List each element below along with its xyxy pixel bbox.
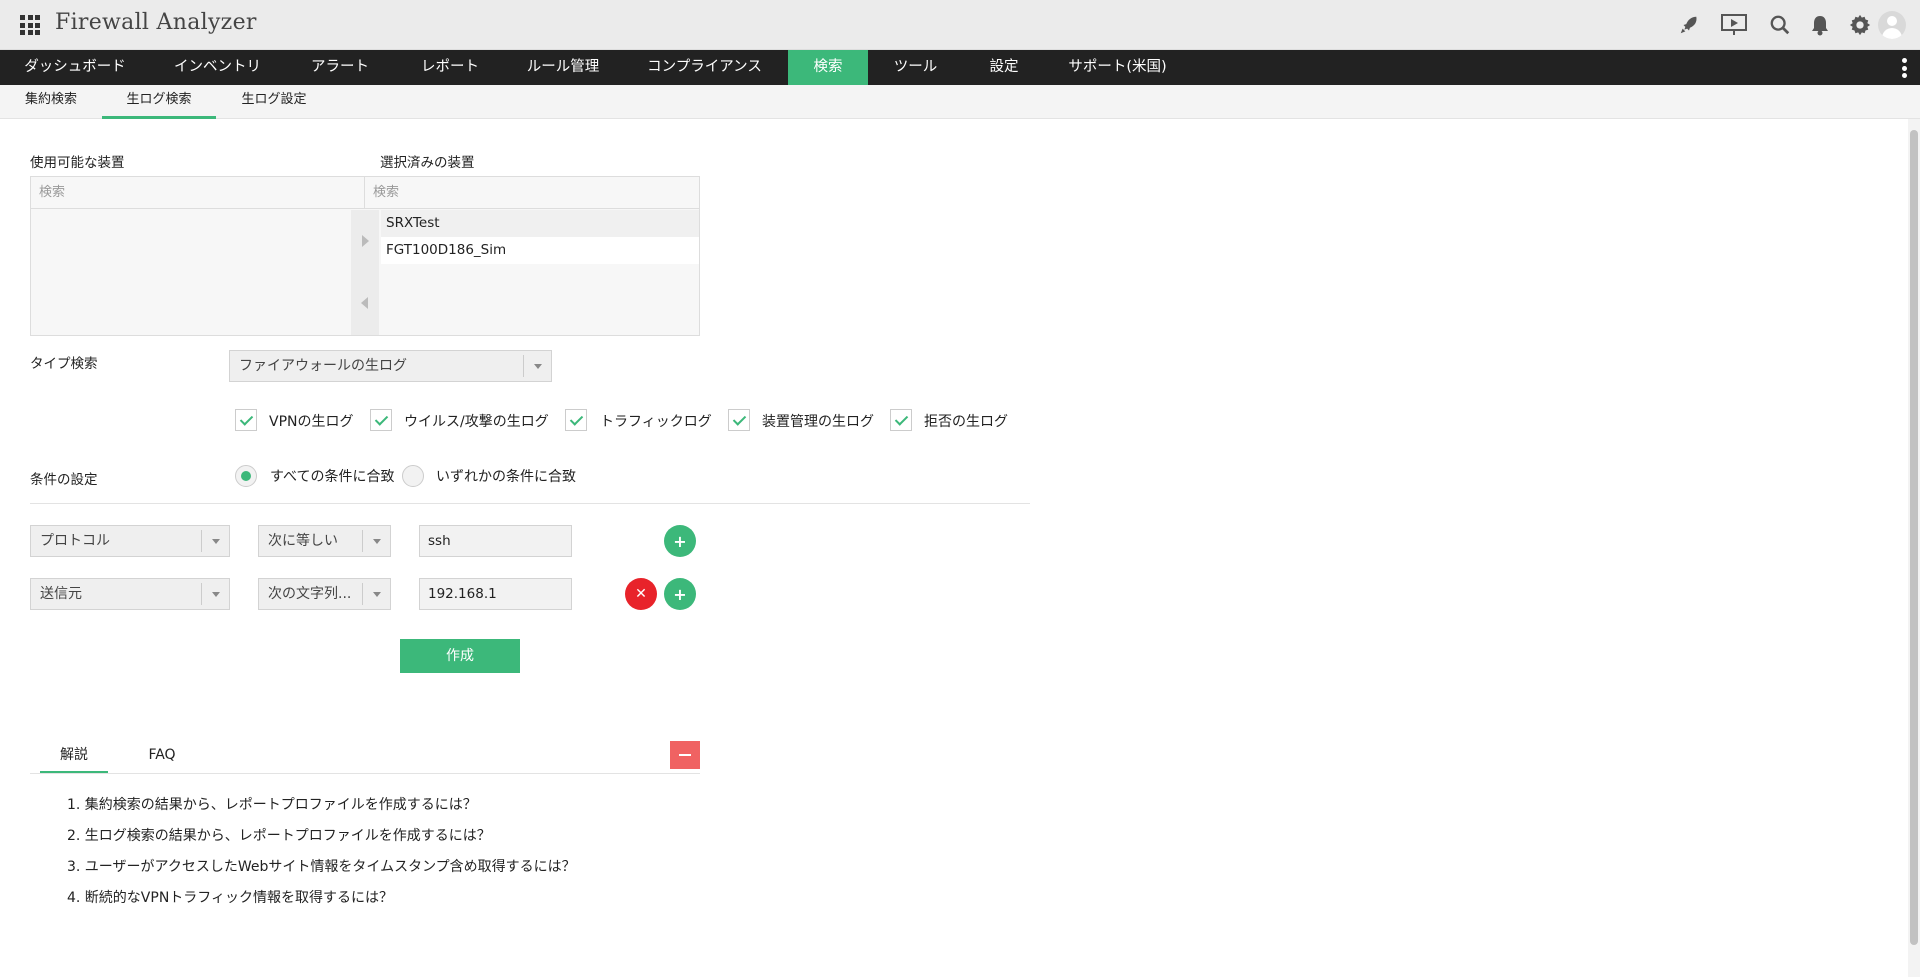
checkbox-virus-attack-log-label: ウイルス/攻撃の生ログ — [404, 414, 549, 430]
selected-devices-search[interactable]: 検索 — [365, 177, 699, 209]
available-devices-list — [31, 210, 351, 335]
device-transfer-box: 検索 検索 SRXTest FGT100D186_Sim — [30, 176, 700, 336]
condition-value-input[interactable]: 192.168.1 — [419, 578, 572, 610]
app-root: Firewall Analyzer ダッシュボード インベントリ アラート レポ… — [0, 0, 1920, 977]
add-condition-button[interactable]: + — [664, 525, 696, 557]
apps-grid-icon[interactable] — [20, 15, 40, 35]
bell-icon[interactable] — [1807, 12, 1833, 38]
divider — [30, 503, 1030, 504]
presentation-icon[interactable] — [1719, 12, 1749, 38]
condition-operator-select[interactable]: 次に等しい — [258, 525, 391, 557]
radio-match-any[interactable] — [402, 465, 424, 487]
chevron-down-icon — [534, 364, 542, 369]
chevron-down-icon — [373, 539, 381, 544]
add-condition-button[interactable]: + — [664, 578, 696, 610]
condition-field-select[interactable]: プロトコル — [30, 525, 230, 557]
checkbox-deny-log-label: 拒否の生ログ — [924, 414, 1008, 430]
condition-operator-value: 次に等しい — [268, 533, 338, 549]
radio-match-all-label: すべての条件に合致 — [270, 469, 395, 485]
top-bar: Firewall Analyzer — [0, 0, 1920, 50]
condition-operator-select[interactable]: 次の文字列... — [258, 578, 391, 610]
help-divider — [30, 773, 700, 774]
nav-item-settings[interactable]: 設定 — [963, 50, 1045, 85]
sub-nav: 集約検索 生ログ検索 生ログ設定 — [0, 85, 1920, 119]
nav-item-inventory[interactable]: インベントリ — [150, 50, 285, 85]
nav-item-dashboard[interactable]: ダッシュボード — [0, 50, 150, 85]
faq-link[interactable]: 1. 集約検索の結果から、レポートプロファイルを作成するには？ — [67, 795, 477, 815]
checkbox-deny-log[interactable] — [890, 409, 912, 431]
nav-item-reports[interactable]: レポート — [395, 50, 505, 85]
chevron-down-icon — [212, 539, 220, 544]
condition-value-input[interactable]: ssh — [419, 525, 572, 557]
conditions-label: 条件の設定 — [30, 472, 98, 488]
condition-field-select[interactable]: 送信元 — [30, 578, 230, 610]
selected-device-item[interactable]: FGT100D186_Sim — [381, 237, 699, 264]
faq-link[interactable]: 4. 断続的なVPNトラフィック情報を取得するには？ — [67, 888, 393, 908]
move-left-button[interactable] — [351, 272, 379, 335]
condition-operator-value: 次の文字列... — [268, 586, 352, 602]
checkbox-device-management-log[interactable] — [728, 409, 750, 431]
radio-match-any-label: いずれかの条件に合致 — [436, 469, 576, 485]
type-search-select[interactable]: ファイアウォールの生ログ — [229, 350, 552, 382]
condition-field-value: 送信元 — [40, 586, 82, 602]
create-button[interactable]: 作成 — [400, 639, 520, 673]
arrow-right-icon — [362, 235, 369, 247]
move-right-button[interactable] — [351, 210, 379, 272]
checkbox-device-management-log-label: 装置管理の生ログ — [762, 414, 874, 430]
type-search-label: タイプ検索 — [30, 356, 98, 372]
radio-match-all[interactable] — [235, 465, 257, 487]
rocket-icon[interactable] — [1676, 12, 1702, 38]
tab-explanation[interactable]: 解説 — [40, 739, 108, 773]
checkbox-vpn-log-label: VPNの生ログ — [269, 414, 354, 430]
nav-item-support[interactable]: サポート(米国) — [1045, 50, 1190, 85]
collapse-help-button[interactable] — [670, 741, 700, 769]
subtab-raw-log-search[interactable]: 生ログ検索 — [102, 85, 216, 119]
subtab-raw-log-settings[interactable]: 生ログ設定 — [216, 85, 332, 119]
subtab-aggregate-search[interactable]: 集約検索 — [0, 85, 102, 119]
remove-condition-button[interactable]: ✕ — [625, 578, 657, 610]
chevron-down-icon — [212, 592, 220, 597]
checkbox-vpn-log[interactable] — [235, 409, 257, 431]
arrow-left-icon — [361, 297, 368, 309]
search-icon[interactable] — [1767, 12, 1793, 38]
main-nav: ダッシュボード インベントリ アラート レポート ルール管理 コンプライアンス … — [0, 50, 1920, 85]
nav-item-rule-management[interactable]: ルール管理 — [505, 50, 621, 85]
condition-field-value: プロトコル — [40, 533, 110, 549]
checkbox-traffic-log[interactable] — [565, 409, 587, 431]
checkbox-virus-attack-log[interactable] — [370, 409, 392, 431]
selected-device-item[interactable]: SRXTest — [381, 210, 699, 237]
chevron-down-icon — [373, 592, 381, 597]
nav-item-search[interactable]: 検索 — [788, 50, 868, 85]
avatar-icon[interactable] — [1878, 11, 1906, 39]
faq-link[interactable]: 3. ユーザーがアクセスしたWebサイト情報をタイムスタンプ含め取得するには？ — [67, 857, 576, 877]
tab-faq[interactable]: FAQ — [128, 739, 196, 773]
faq-link[interactable]: 2. 生ログ検索の結果から、レポートプロファイルを作成するには？ — [67, 826, 491, 846]
nav-item-compliance[interactable]: コンプライアンス — [621, 50, 788, 85]
nav-item-tools[interactable]: ツール — [868, 50, 963, 85]
available-devices-search[interactable]: 検索 — [31, 177, 365, 209]
app-title: Firewall Analyzer — [55, 10, 257, 35]
type-search-value: ファイアウォールの生ログ — [239, 358, 407, 374]
scrollbar-thumb[interactable] — [1910, 130, 1918, 945]
checkbox-traffic-log-label: トラフィックログ — [600, 414, 712, 430]
nav-item-alerts[interactable]: アラート — [285, 50, 395, 85]
selected-devices-label: 選択済みの装置 — [380, 155, 475, 171]
gear-icon[interactable] — [1847, 12, 1873, 38]
available-devices-label: 使用可能な装置 — [30, 155, 125, 171]
more-menu-icon[interactable] — [1902, 58, 1908, 78]
